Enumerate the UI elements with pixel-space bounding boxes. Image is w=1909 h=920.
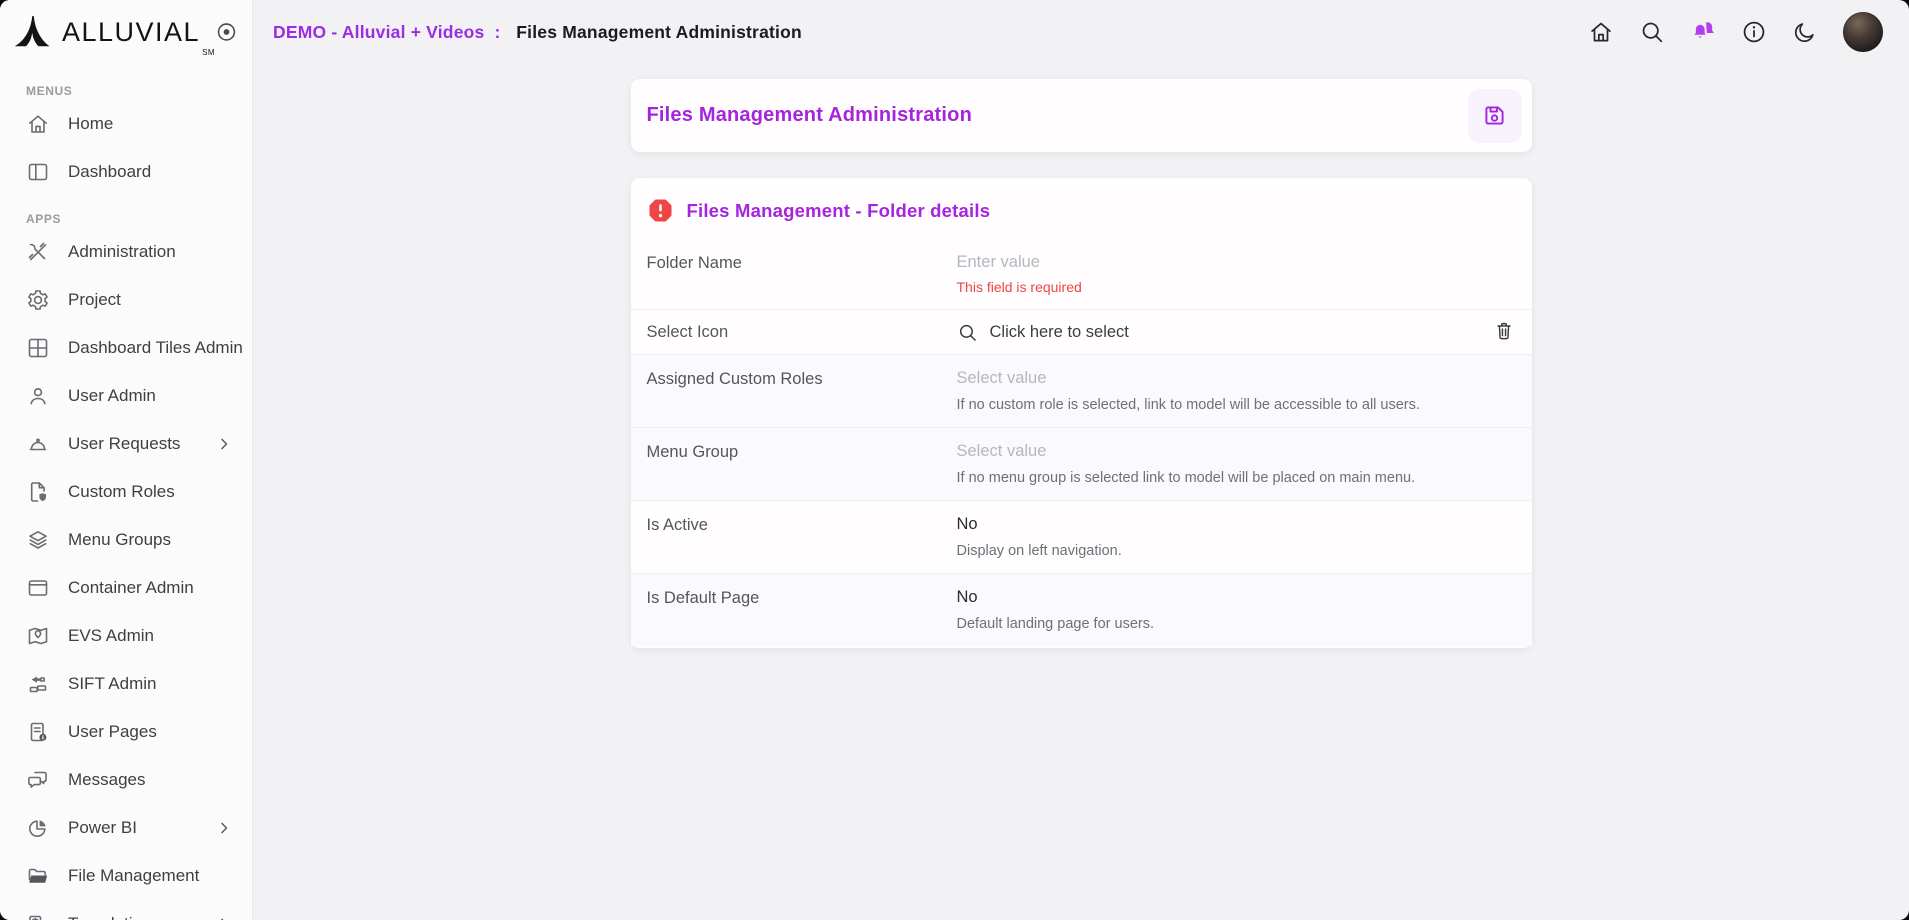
field-label: Is Active [647, 515, 957, 559]
app-window: ALLUVIAL SM MENUS Home Dashboard A [0, 0, 1909, 920]
field-help-text: If no menu group is selected link to mod… [957, 470, 1516, 486]
sidebar-nav: MENUS Home Dashboard APPS Administration [0, 64, 252, 920]
sidebar: ALLUVIAL SM MENUS Home Dashboard A [0, 0, 253, 920]
topbar-actions [1588, 12, 1883, 52]
validation-error: This field is required [957, 279, 1516, 295]
breadcrumb: DEMO - Alluvial + Videos : Files Managem… [273, 22, 802, 43]
breadcrumb-separator: : [494, 22, 500, 43]
home-icon[interactable] [1588, 19, 1614, 45]
user-icon [26, 384, 50, 408]
custom-roles-select[interactable]: Select value [957, 369, 1516, 388]
tiles-grid-icon [26, 336, 50, 360]
sidebar-item-file-management[interactable]: File Management [0, 852, 252, 900]
sidebar-collapse-toggle-icon[interactable] [215, 20, 238, 44]
card-title: Files Management Administration [647, 104, 973, 127]
logo-text: ALLUVIAL [62, 17, 200, 48]
sidebar-item-dashboard-tiles-admin[interactable]: Dashboard Tiles Admin [0, 324, 252, 372]
folder-name-input[interactable]: Enter value [957, 253, 1516, 272]
form-title: Files Management - Folder details [687, 200, 991, 222]
icon-picker-trigger[interactable]: Click here to select [990, 323, 1129, 342]
search-icon[interactable] [1639, 19, 1665, 45]
breadcrumb-app-name[interactable]: DEMO - Alluvial + Videos [273, 22, 484, 43]
topbar: DEMO - Alluvial + Videos : Files Managem… [253, 0, 1909, 64]
sidebar-item-power-bi[interactable]: Power BI [0, 804, 252, 852]
page-title: Files Management Administration [516, 22, 802, 43]
section-label-menus: MENUS [26, 82, 252, 100]
sidebar-item-messages[interactable]: Messages [0, 756, 252, 804]
form-row-select-icon: Select Icon Click here to select [631, 309, 1532, 354]
sidebar-item-project[interactable]: Project [0, 276, 252, 324]
home-icon [26, 112, 50, 136]
menu-group-select[interactable]: Select value [957, 442, 1516, 461]
form-row-menu-group: Menu Group Select value If no menu group… [631, 427, 1532, 500]
sidebar-item-dashboard[interactable]: Dashboard [0, 148, 252, 196]
notifications-bell-icon[interactable] [1690, 19, 1716, 45]
form-row-folder-name: Folder Name Enter value This field is re… [631, 239, 1532, 309]
is-default-page-toggle-value[interactable]: No [957, 588, 1516, 607]
browser-window-icon [26, 576, 50, 600]
sidebar-item-evs-admin[interactable]: EVS Admin [0, 612, 252, 660]
sift-merge-icon [26, 672, 50, 696]
sidebar-item-user-requests[interactable]: User Requests [0, 420, 252, 468]
sidebar-item-menu-groups[interactable]: Menu Groups [0, 516, 252, 564]
alluvial-logo-icon [14, 14, 52, 50]
logo-row: ALLUVIAL SM [0, 0, 252, 64]
save-floppy-icon [1481, 102, 1508, 129]
search-icon [957, 322, 978, 343]
logo-servicemark: SM [202, 48, 215, 57]
form-row-is-default-page: Is Default Page No Default landing page … [631, 573, 1532, 646]
clear-icon-button[interactable] [1492, 320, 1516, 344]
map-pin-icon [26, 624, 50, 648]
chevron-right-icon [214, 818, 234, 838]
gear-icon [26, 288, 50, 312]
field-label: Is Default Page [647, 588, 957, 632]
sidebar-item-user-admin[interactable]: User Admin [0, 372, 252, 420]
chat-bubbles-icon [26, 768, 50, 792]
field-label: Folder Name [647, 253, 957, 295]
page-content: Files Management Administration [253, 64, 1909, 920]
document-info-icon [26, 720, 50, 744]
alert-octagon-icon [647, 197, 674, 224]
sidebar-item-sift-admin[interactable]: SIFT Admin [0, 660, 252, 708]
folder-open-icon [26, 864, 50, 888]
dark-mode-moon-icon[interactable] [1792, 19, 1818, 45]
trash-icon [1493, 320, 1515, 342]
sidebar-item-administration[interactable]: Administration [0, 228, 252, 276]
layers-icon [26, 528, 50, 552]
sidebar-item-custom-roles[interactable]: Custom Roles [0, 468, 252, 516]
field-help-text: Default landing page for users. [957, 616, 1516, 632]
dashboard-icon [26, 160, 50, 184]
form-row-assigned-custom-roles: Assigned Custom Roles Select value If no… [631, 354, 1532, 427]
user-avatar[interactable] [1843, 12, 1883, 52]
chevron-right-icon [214, 434, 234, 454]
field-label: Select Icon [647, 322, 957, 342]
pie-chart-icon [26, 816, 50, 840]
file-shield-icon [26, 480, 50, 504]
sidebar-item-user-pages[interactable]: User Pages [0, 708, 252, 756]
cloche-icon [26, 432, 50, 456]
section-label-apps: APPS [26, 210, 252, 228]
form-header: Files Management - Folder details [631, 178, 1532, 239]
admin-tools-icon [26, 240, 50, 264]
info-icon[interactable] [1741, 19, 1767, 45]
folder-details-card: Files Management - Folder details Folder… [631, 178, 1532, 648]
field-label: Menu Group [647, 442, 957, 486]
main-area: DEMO - Alluvial + Videos : Files Managem… [253, 0, 1909, 920]
page-header-card: Files Management Administration [631, 79, 1532, 152]
form-row-is-active: Is Active No Display on left navigation. [631, 500, 1532, 573]
sidebar-item-container-admin[interactable]: Container Admin [0, 564, 252, 612]
translate-icon [26, 912, 50, 920]
field-help-text: If no custom role is selected, link to m… [957, 397, 1516, 413]
sidebar-item-home[interactable]: Home [0, 100, 252, 148]
is-active-toggle-value[interactable]: No [957, 515, 1516, 534]
field-help-text: Display on left navigation. [957, 543, 1516, 559]
sidebar-item-translations[interactable]: Translations [0, 900, 252, 920]
save-button[interactable] [1468, 89, 1522, 143]
field-label: Assigned Custom Roles [647, 369, 957, 413]
chevron-right-icon [214, 914, 234, 920]
